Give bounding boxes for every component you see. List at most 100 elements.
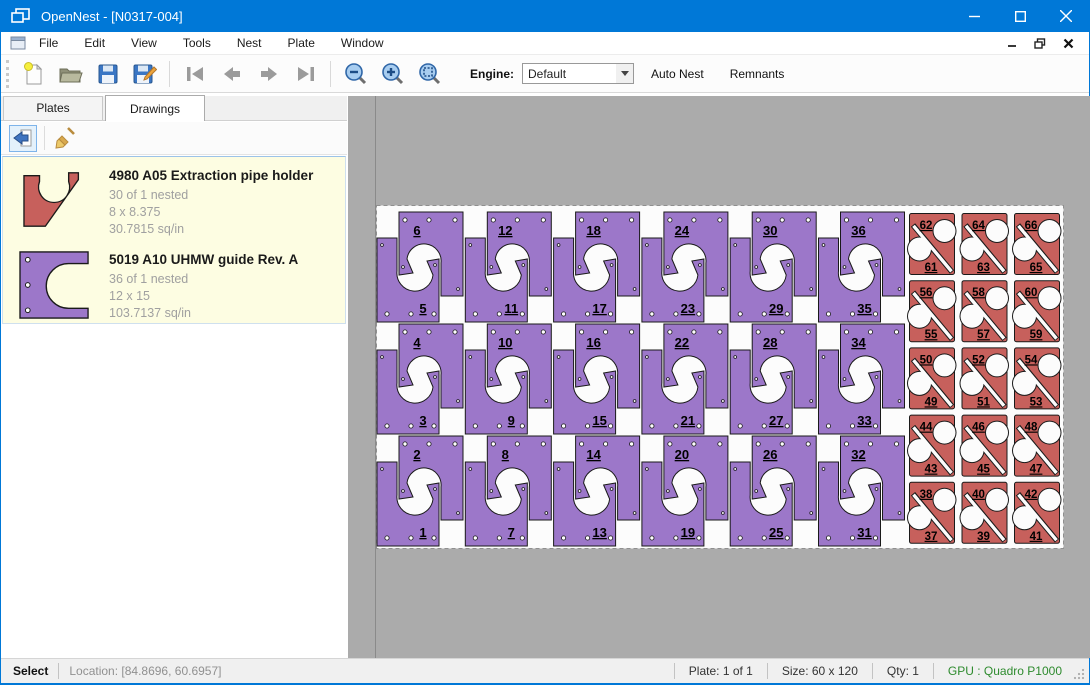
red-part-pair[interactable]: 6059 [1012, 281, 1062, 342]
part-number: 25 [769, 525, 783, 540]
toolbar-grip[interactable] [6, 60, 9, 88]
menu-window[interactable]: Window [328, 33, 397, 53]
part-number: 60 [1025, 287, 1038, 299]
panel-tab-strip: Plates Drawings [1, 96, 347, 121]
part-number: 6 [413, 223, 420, 238]
red-part-pair[interactable]: 48 47 [1012, 415, 1062, 476]
part-number: 12 [498, 223, 512, 238]
menu-edit[interactable]: Edit [71, 33, 118, 53]
part-number: 20 [675, 447, 689, 462]
save-icon [97, 63, 119, 85]
maximize-button[interactable] [997, 0, 1043, 32]
engine-select[interactable]: Default [522, 63, 634, 84]
status-separator [872, 663, 873, 679]
part-number: 3 [419, 413, 426, 428]
toolbar-separator [330, 61, 331, 87]
part-number: 22 [675, 335, 689, 350]
toolbar-separator [169, 61, 170, 87]
import-arrow-icon [12, 127, 34, 149]
part-number: 9 [508, 413, 515, 428]
minimize-button[interactable] [951, 0, 997, 32]
status-bar: Select Location: [84.8696, 60.6957] Plat… [1, 658, 1089, 683]
part-number: 53 [1030, 396, 1043, 408]
app-window: OpenNest - [N0317-004] File Edit View To… [0, 0, 1090, 685]
menu-plate[interactable]: Plate [275, 33, 328, 53]
drawing-list: 4980 A05 Extraction pipe holder 30 of 1 … [2, 156, 346, 324]
part-number: 14 [586, 447, 601, 462]
last-plate-button[interactable] [287, 59, 324, 89]
open-button[interactable] [52, 59, 89, 89]
menu-nest[interactable]: Nest [224, 33, 275, 53]
open-folder-icon [58, 63, 83, 85]
drawing-size: 8 x 8.375 [109, 204, 335, 221]
part-number: 15 [592, 413, 606, 428]
part-number: 19 [681, 525, 695, 540]
drawing-title: 4980 A05 Extraction pipe holder [109, 168, 335, 183]
part-number: 44 [920, 422, 933, 434]
part-number: 40 [972, 489, 985, 501]
red-part-pair[interactable]: 4443 [907, 415, 957, 476]
red-part-pair[interactable]: 5857 [960, 281, 1010, 342]
close-button[interactable] [1043, 0, 1089, 32]
red-part-pair[interactable]: 5453 [1012, 348, 1062, 409]
red-part-pair[interactable]: 6665 [1012, 214, 1062, 275]
zoom-fit-button[interactable] [411, 59, 448, 89]
first-plate-button[interactable] [176, 59, 213, 89]
document-icon [10, 36, 26, 50]
menu-view[interactable]: View [118, 33, 170, 53]
app-icon [11, 8, 31, 24]
red-part-pair[interactable]: 3837 [907, 482, 957, 543]
part-number: 46 [972, 422, 985, 434]
red-part-pair[interactable]: 5049 [907, 348, 957, 409]
menu-tools[interactable]: Tools [170, 33, 224, 53]
red-part-pair[interactable]: 5251 [960, 348, 1010, 409]
zoom-in-button[interactable] [374, 59, 411, 89]
red-part-pair[interactable]: 6463 [960, 214, 1010, 275]
part-number: 17 [592, 301, 606, 316]
save-button[interactable] [89, 59, 126, 89]
resize-grip[interactable] [1072, 667, 1086, 681]
red-part-pair[interactable]: 5655 [907, 281, 957, 342]
auto-nest-button[interactable]: Auto Nest [642, 62, 713, 86]
drawing-thumbnail-red [17, 166, 97, 234]
nest-canvas[interactable]: 6512111817242330293635431091615222128273… [348, 96, 1090, 658]
zoom-out-button[interactable] [337, 59, 374, 89]
part-number: 57 [977, 329, 990, 341]
part-number: 66 [1025, 220, 1038, 232]
red-part-pair[interactable]: 6261 [907, 214, 957, 275]
mdi-restore-icon [1034, 38, 1046, 49]
list-item[interactable]: 5019 A10 UHMW guide Rev. A 36 of 1 neste… [3, 241, 345, 325]
part-number: 21 [681, 413, 695, 428]
part-number: 38 [920, 489, 933, 501]
plate[interactable]: 6512111817242330293635431091615222128273… [376, 205, 1064, 549]
mdi-minimize-button[interactable] [1005, 37, 1019, 49]
part-number: 48 [1025, 422, 1038, 434]
part-number: 1 [419, 525, 426, 540]
next-plate-button[interactable] [250, 59, 287, 89]
red-part-pair[interactable]: 4645 [960, 415, 1010, 476]
red-part-pair[interactable]: 4241 [1012, 482, 1062, 543]
list-item[interactable]: 4980 A05 Extraction pipe holder 30 of 1 … [3, 157, 345, 241]
menu-file[interactable]: File [26, 33, 71, 53]
mdi-restore-button[interactable] [1033, 37, 1047, 49]
part-number: 50 [920, 354, 933, 366]
part-number: 31 [857, 525, 871, 540]
save-as-button[interactable] [126, 59, 163, 89]
part-number: 47 [1030, 464, 1043, 476]
zoom-out-icon [344, 62, 368, 86]
new-button[interactable] [15, 59, 52, 89]
panel-toolbar [1, 122, 347, 155]
mdi-close-button[interactable] [1061, 37, 1075, 49]
status-mode: Select [13, 664, 48, 678]
previous-plate-button[interactable] [213, 59, 250, 89]
tab-plates[interactable]: Plates [3, 96, 103, 120]
status-separator [58, 663, 59, 679]
drawing-size: 12 x 15 [109, 288, 335, 305]
red-part-pair[interactable]: 4039 [960, 482, 1010, 543]
next-arrow-icon [258, 65, 280, 83]
clear-broom-button[interactable] [52, 125, 80, 152]
remnants-button[interactable]: Remnants [721, 62, 794, 86]
import-drawing-button[interactable] [9, 125, 37, 152]
part-number: 56 [920, 287, 933, 299]
tab-drawings[interactable]: Drawings [105, 95, 205, 121]
